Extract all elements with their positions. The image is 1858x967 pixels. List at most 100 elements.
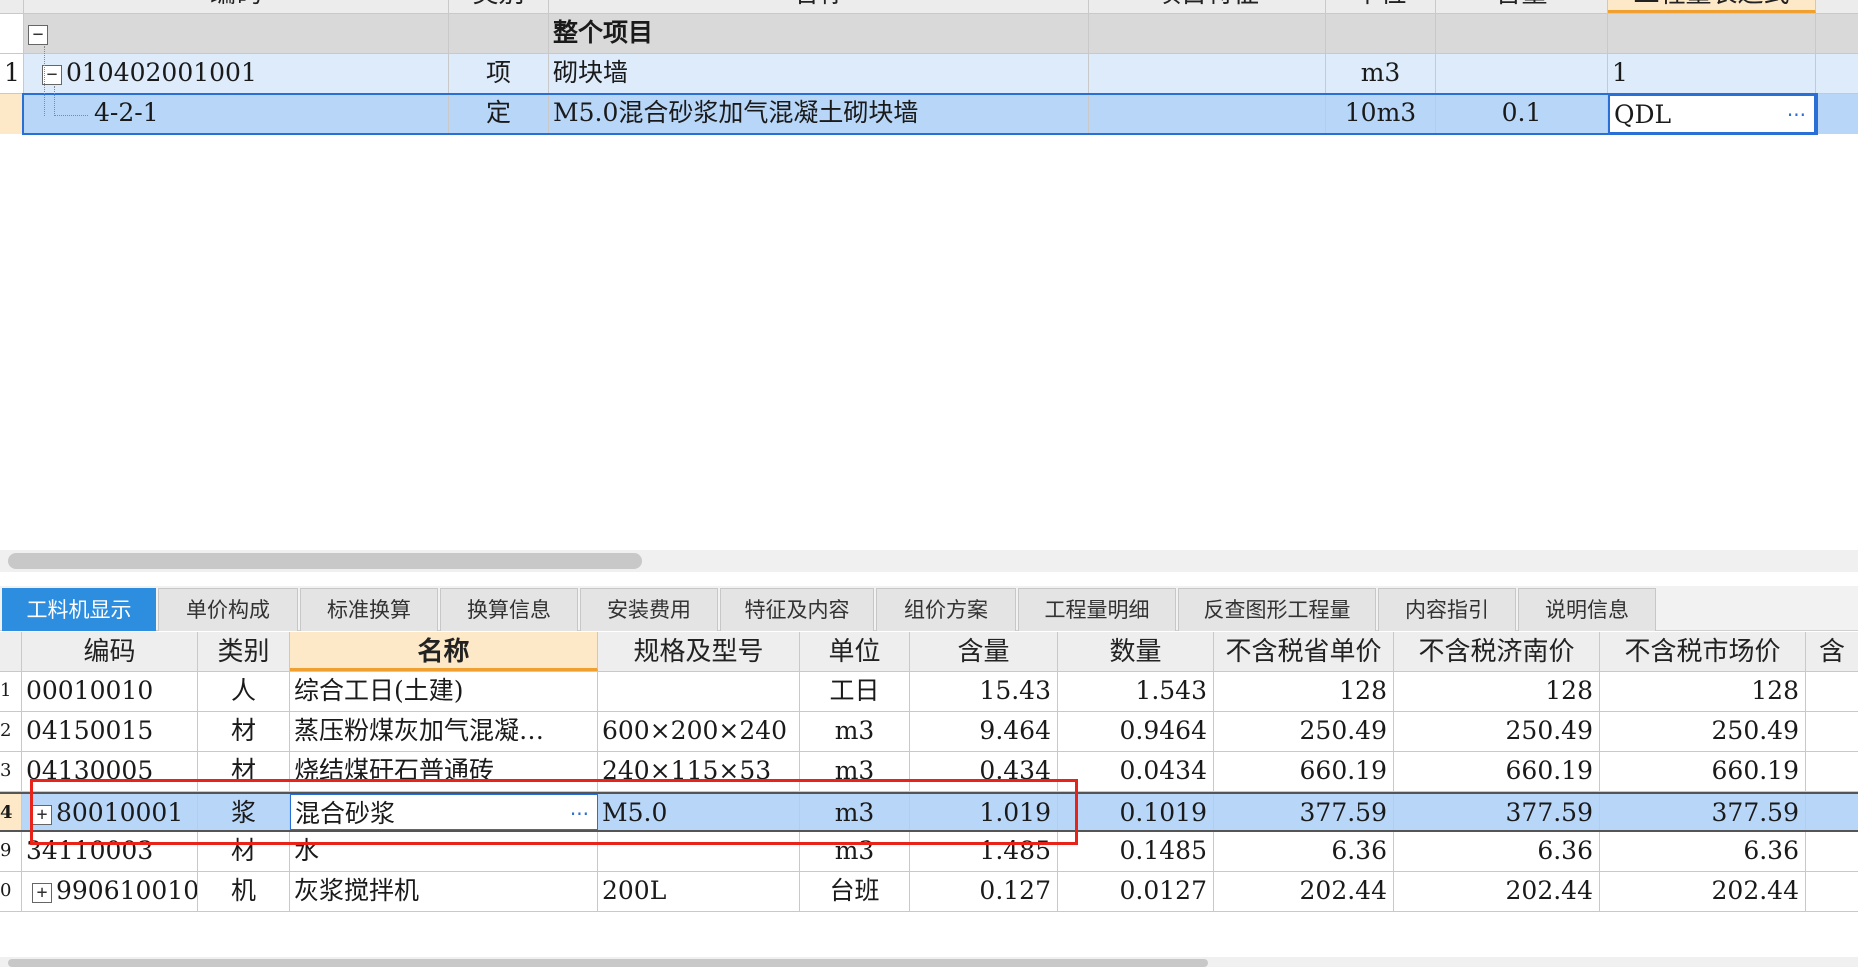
bottom-header-quantity[interactable]: 数量 (1058, 632, 1214, 671)
tab-labor-material-machine[interactable]: 工料机显示 (2, 588, 156, 631)
table-row[interactable]: 2 04150015 材 蒸压粉煤灰加气混凝… 600×200×240 m3 9… (0, 712, 1858, 752)
tab-content-guide[interactable]: 内容指引 (1378, 588, 1516, 631)
spec-cell[interactable] (598, 832, 800, 871)
scrollbar-thumb[interactable] (8, 553, 642, 569)
top-header-expression[interactable]: 工程量表达式 (1608, 0, 1816, 13)
bottom-header-province-price[interactable]: 不含税省单价 (1214, 632, 1394, 671)
collapse-icon[interactable]: − (42, 64, 62, 85)
code-cell[interactable]: +990610010 (22, 872, 198, 911)
expand-icon[interactable]: + (32, 804, 52, 825)
table-row[interactable]: 9 34110003 材 水 m3 1.485 0.1485 6.36 6.36… (0, 832, 1858, 872)
feature-cell[interactable] (1089, 94, 1326, 134)
quantity-cell[interactable]: 0.9464 (1058, 712, 1214, 751)
quantity-cell[interactable]: 0.1019 (1058, 794, 1214, 830)
top-header-code[interactable]: 编码 (24, 0, 449, 13)
jinan-price-cell[interactable]: 202.44 (1394, 872, 1600, 911)
name-cell[interactable]: 综合工日(土建) (290, 672, 598, 711)
table-row[interactable]: 3 04130005 材 烧结煤矸石普通砖 240×115×53 m3 0.43… (0, 752, 1858, 792)
market-price-cell[interactable]: 377.59 (1600, 794, 1806, 830)
spec-cell[interactable]: 240×115×53 (598, 752, 800, 791)
jinan-price-cell[interactable]: 128 (1394, 672, 1600, 711)
jinan-price-cell[interactable]: 250.49 (1394, 712, 1600, 751)
expression-cell[interactable]: 1 (1608, 54, 1816, 93)
bottom-header-spec[interactable]: 规格及型号 (598, 632, 800, 671)
content-cell[interactable] (1436, 54, 1608, 93)
bottom-header-type[interactable]: 类别 (198, 632, 290, 671)
bottom-horizontal-scrollbar[interactable] (0, 957, 1858, 967)
top-row-quota-item[interactable]: 4-2-1 定 M5.0混合砂浆加气混凝土砌块墙 10m3 0.1 QDL ··… (0, 94, 1858, 134)
table-row[interactable]: 1 00010010 人 综合工日(土建) 工日 15.43 1.543 128… (0, 672, 1858, 712)
scrollbar-thumb[interactable] (8, 959, 1208, 967)
collapse-icon[interactable]: − (28, 24, 48, 45)
table-row[interactable]: 0 +990610010 机 灰浆搅拌机 200L 台班 0.127 0.012… (0, 872, 1858, 912)
unit-cell[interactable]: m3 (800, 712, 910, 751)
tree-cell[interactable]: − (24, 14, 449, 53)
bottom-header-market-price[interactable]: 不含税市场价 (1600, 632, 1806, 671)
more-icon[interactable]: ··· (570, 795, 589, 829)
tab-standard-conversion[interactable]: 标准换算 (300, 588, 438, 631)
market-price-cell[interactable]: 6.36 (1600, 832, 1806, 871)
top-row-whole-project[interactable]: − 整个项目 (0, 14, 1858, 54)
code-cell[interactable]: 34110003 (22, 832, 198, 871)
type-cell[interactable]: 人 (198, 672, 290, 711)
content-cell[interactable]: 0.434 (910, 752, 1058, 791)
quantity-cell[interactable]: 1.543 (1058, 672, 1214, 711)
code-cell[interactable]: +80010001 (22, 794, 198, 830)
unit-cell[interactable]: 台班 (800, 872, 910, 911)
province-price-cell[interactable]: 660.19 (1214, 752, 1394, 791)
market-price-cell[interactable]: 250.49 (1600, 712, 1806, 751)
expression-cell[interactable] (1608, 14, 1816, 53)
code-cell[interactable]: 04150015 (22, 712, 198, 751)
tab-unit-price-composition[interactable]: 单价构成 (158, 588, 298, 631)
content-cell[interactable]: 15.43 (910, 672, 1058, 711)
name-cell[interactable]: 蒸压粉煤灰加气混凝… (290, 712, 598, 751)
tab-quantity-details[interactable]: 工程量明细 (1018, 588, 1176, 631)
expression-edit-cell[interactable]: QDL ··· (1608, 94, 1816, 134)
province-price-cell[interactable]: 250.49 (1214, 712, 1394, 751)
expand-icon[interactable]: + (32, 882, 52, 903)
jinan-price-cell[interactable]: 6.36 (1394, 832, 1600, 871)
content-cell[interactable]: 0.1 (1436, 94, 1608, 134)
tab-reverse-graphic-quantity[interactable]: 反查图形工程量 (1178, 588, 1376, 631)
spec-cell[interactable]: 200L (598, 872, 800, 911)
province-price-cell[interactable]: 202.44 (1214, 872, 1394, 911)
tab-description-info[interactable]: 说明信息 (1518, 588, 1656, 631)
content-cell[interactable]: 0.127 (910, 872, 1058, 911)
type-cell[interactable]: 定 (449, 94, 549, 134)
province-price-cell[interactable]: 128 (1214, 672, 1394, 711)
unit-cell[interactable]: m3 (800, 752, 910, 791)
type-cell[interactable]: 项 (449, 54, 549, 93)
top-header-unit[interactable]: 单位 (1326, 0, 1436, 13)
top-header-feature[interactable]: 项目特征 (1089, 0, 1326, 13)
name-cell[interactable]: 砌块墙 (549, 54, 1089, 93)
feature-cell[interactable] (1089, 14, 1326, 53)
more-icon[interactable]: ··· (1787, 96, 1806, 132)
name-cell[interactable]: M5.0混合砂浆加气混凝土砌块墙 (549, 94, 1089, 134)
quantity-cell[interactable]: 0.0434 (1058, 752, 1214, 791)
top-row-bill-item[interactable]: 1 −010402001001 项 砌块墙 m3 1 (0, 54, 1858, 94)
bottom-header-unit[interactable]: 单位 (800, 632, 910, 671)
quantity-cell[interactable]: 0.1485 (1058, 832, 1214, 871)
type-cell[interactable]: 浆 (198, 794, 290, 830)
unit-cell[interactable]: m3 (800, 794, 910, 830)
tab-installation-fee[interactable]: 安装费用 (580, 588, 718, 631)
name-edit-cell[interactable]: 混合砂浆 ··· (290, 794, 598, 830)
province-price-cell[interactable]: 377.59 (1214, 794, 1394, 830)
top-header-content[interactable]: 含量 (1436, 0, 1608, 13)
jinan-price-cell[interactable]: 660.19 (1394, 752, 1600, 791)
name-cell[interactable]: 水 (290, 832, 598, 871)
tab-features-content[interactable]: 特征及内容 (720, 588, 874, 631)
unit-cell[interactable] (1326, 14, 1436, 53)
content-cell[interactable]: 1.485 (910, 832, 1058, 871)
table-row-selected[interactable]: 4 +80010001 浆 混合砂浆 ··· M5.0 m3 1.019 0.1… (0, 792, 1858, 832)
quantity-cell[interactable]: 0.0127 (1058, 872, 1214, 911)
bottom-header-extra[interactable]: 含 (1806, 632, 1858, 671)
unit-cell[interactable]: 10m3 (1326, 94, 1436, 134)
bottom-header-jinan-price[interactable]: 不含税济南价 (1394, 632, 1600, 671)
unit-cell[interactable]: 工日 (800, 672, 910, 711)
top-horizontal-scrollbar[interactable] (0, 550, 1858, 572)
code-cell[interactable]: 00010010 (22, 672, 198, 711)
bottom-header-name[interactable]: 名称 (290, 632, 598, 671)
type-cell[interactable]: 材 (198, 712, 290, 751)
code-cell[interactable]: 04130005 (22, 752, 198, 791)
